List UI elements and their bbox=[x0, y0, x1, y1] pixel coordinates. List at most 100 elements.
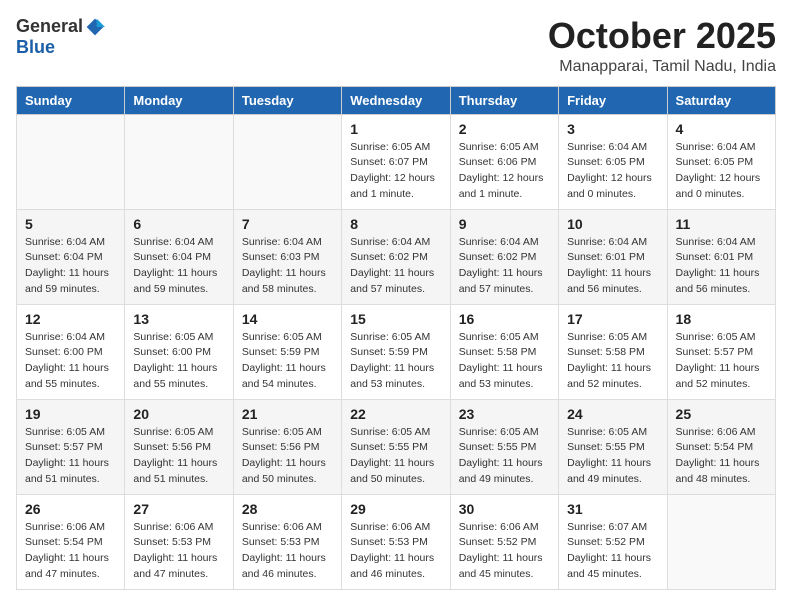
calendar-day-1: 1 Sunrise: 6:05 AMSunset: 6:07 PMDaylight… bbox=[342, 114, 450, 209]
day-number: 28 bbox=[242, 501, 333, 517]
day-number: 31 bbox=[567, 501, 658, 517]
day-info: Sunrise: 6:05 AMSunset: 6:07 PMDaylight:… bbox=[350, 140, 441, 203]
calendar-day-10: 10 Sunrise: 6:04 AMSunset: 6:01 PMDayligh… bbox=[559, 209, 667, 304]
day-info: Sunrise: 6:06 AMSunset: 5:53 PMDaylight:… bbox=[133, 520, 224, 583]
calendar-day-23: 23Sunrise: 6:05 AMSunset: 5:55 PMDayligh… bbox=[450, 399, 558, 494]
calendar-day-26: 26 Sunrise: 6:06 AMSunset: 5:54 PMDayligh… bbox=[17, 494, 125, 589]
calendar-day-31: 31 Sunrise: 6:07 AMSunset: 5:52 PMDayligh… bbox=[559, 494, 667, 589]
day-number: 24 bbox=[567, 406, 658, 422]
day-info: Sunrise: 6:04 AMSunset: 6:01 PMDaylight:… bbox=[676, 235, 767, 298]
calendar-day-28: 28 Sunrise: 6:06 AMSunset: 5:53 PMDayligh… bbox=[233, 494, 341, 589]
day-info: Sunrise: 6:05 AMSunset: 5:55 PMDaylight:… bbox=[350, 425, 441, 488]
title-area: October 2025 Manapparai, Tamil Nadu, Ind… bbox=[548, 16, 776, 76]
calendar-empty-cell bbox=[125, 114, 233, 209]
logo-blue-text: Blue bbox=[16, 37, 55, 58]
day-number: 21 bbox=[242, 406, 333, 422]
calendar-day-3: 3 Sunrise: 6:04 AMSunset: 6:05 PMDaylight… bbox=[559, 114, 667, 209]
day-info: Sunrise: 6:04 AMSunset: 6:01 PMDaylight:… bbox=[567, 235, 658, 298]
calendar-day-7: 7Sunrise: 6:04 AMSunset: 6:03 PMDaylight… bbox=[233, 209, 341, 304]
calendar-day-30: 30 Sunrise: 6:06 AMSunset: 5:52 PMDayligh… bbox=[450, 494, 558, 589]
calendar-day-17: 17 Sunrise: 6:05 AMSunset: 5:58 PMDayligh… bbox=[559, 304, 667, 399]
day-number: 12 bbox=[25, 311, 116, 327]
calendar-day-15: 15 Sunrise: 6:05 AMSunset: 5:59 PMDayligh… bbox=[342, 304, 450, 399]
day-info: Sunrise: 6:04 AMSunset: 6:05 PMDaylight:… bbox=[567, 140, 658, 203]
weekday-header-tuesday: Tuesday bbox=[233, 86, 341, 114]
calendar-day-9: 9Sunrise: 6:04 AMSunset: 6:02 PMDaylight… bbox=[450, 209, 558, 304]
calendar-day-22: 22 Sunrise: 6:05 AMSunset: 5:55 PMDayligh… bbox=[342, 399, 450, 494]
weekday-header-saturday: Saturday bbox=[667, 86, 775, 114]
day-number: 29 bbox=[350, 501, 441, 517]
day-number: 30 bbox=[459, 501, 550, 517]
calendar-week-row: 26 Sunrise: 6:06 AMSunset: 5:54 PMDayligh… bbox=[17, 494, 776, 589]
day-number: 27 bbox=[133, 501, 224, 517]
day-number: 4 bbox=[676, 121, 767, 137]
weekday-header-sunday: Sunday bbox=[17, 86, 125, 114]
day-info: Sunrise: 6:06 AMSunset: 5:54 PMDaylight:… bbox=[25, 520, 116, 583]
calendar-day-24: 24 Sunrise: 6:05 AMSunset: 5:55 PMDayligh… bbox=[559, 399, 667, 494]
day-number: 20 bbox=[133, 406, 224, 422]
day-number: 13 bbox=[133, 311, 224, 327]
day-number: 8 bbox=[350, 216, 441, 232]
day-info: Sunrise: 6:04 AMSunset: 6:04 PMDaylight:… bbox=[133, 235, 224, 298]
day-info: Sunrise: 6:05 AMSunset: 6:00 PMDaylight:… bbox=[133, 330, 224, 393]
day-info: Sunrise: 6:05 AMSunset: 5:55 PMDaylight:… bbox=[567, 425, 658, 488]
calendar-day-16: 16 Sunrise: 6:05 AMSunset: 5:58 PMDayligh… bbox=[450, 304, 558, 399]
calendar-table: SundayMondayTuesdayWednesdayThursdayFrid… bbox=[16, 86, 776, 590]
month-title: October 2025 bbox=[548, 16, 776, 56]
day-number: 19 bbox=[25, 406, 116, 422]
day-number: 6 bbox=[133, 216, 224, 232]
calendar-day-4: 4Sunrise: 6:04 AMSunset: 6:05 PMDaylight… bbox=[667, 114, 775, 209]
calendar-empty-cell bbox=[233, 114, 341, 209]
calendar-day-27: 27 Sunrise: 6:06 AMSunset: 5:53 PMDayligh… bbox=[125, 494, 233, 589]
calendar-day-12: 12Sunrise: 6:04 AMSunset: 6:00 PMDayligh… bbox=[17, 304, 125, 399]
day-info: Sunrise: 6:05 AMSunset: 5:58 PMDaylight:… bbox=[459, 330, 550, 393]
calendar-day-20: 20Sunrise: 6:05 AMSunset: 5:56 PMDayligh… bbox=[125, 399, 233, 494]
day-number: 15 bbox=[350, 311, 441, 327]
calendar-day-14: 14 Sunrise: 6:05 AMSunset: 5:59 PMDayligh… bbox=[233, 304, 341, 399]
day-info: Sunrise: 6:04 AMSunset: 6:04 PMDaylight:… bbox=[25, 235, 116, 298]
day-info: Sunrise: 6:05 AMSunset: 5:59 PMDaylight:… bbox=[242, 330, 333, 393]
logo: General Blue bbox=[16, 16, 105, 58]
header: General Blue October 2025 Manapparai, Ta… bbox=[16, 16, 776, 76]
day-number: 17 bbox=[567, 311, 658, 327]
calendar-week-row: 12Sunrise: 6:04 AMSunset: 6:00 PMDayligh… bbox=[17, 304, 776, 399]
calendar-week-row: 19 Sunrise: 6:05 AMSunset: 5:57 PMDayligh… bbox=[17, 399, 776, 494]
calendar-empty-cell bbox=[17, 114, 125, 209]
day-info: Sunrise: 6:05 AMSunset: 5:57 PMDaylight:… bbox=[676, 330, 767, 393]
day-number: 22 bbox=[350, 406, 441, 422]
day-info: Sunrise: 6:05 AMSunset: 5:55 PMDaylight:… bbox=[459, 425, 550, 488]
day-number: 1 bbox=[350, 121, 441, 137]
day-number: 10 bbox=[567, 216, 658, 232]
logo-general-text: General bbox=[16, 16, 83, 37]
day-number: 14 bbox=[242, 311, 333, 327]
location-title: Manapparai, Tamil Nadu, India bbox=[548, 58, 776, 76]
day-number: 11 bbox=[676, 216, 767, 232]
calendar-empty-cell bbox=[667, 494, 775, 589]
day-info: Sunrise: 6:05 AMSunset: 5:58 PMDaylight:… bbox=[567, 330, 658, 393]
calendar-day-5: 5 Sunrise: 6:04 AMSunset: 6:04 PMDaylight… bbox=[17, 209, 125, 304]
day-number: 2 bbox=[459, 121, 550, 137]
day-info: Sunrise: 6:06 AMSunset: 5:53 PMDaylight:… bbox=[242, 520, 333, 583]
day-number: 25 bbox=[676, 406, 767, 422]
day-info: Sunrise: 6:05 AMSunset: 5:59 PMDaylight:… bbox=[350, 330, 441, 393]
day-number: 18 bbox=[676, 311, 767, 327]
weekday-header-friday: Friday bbox=[559, 86, 667, 114]
day-info: Sunrise: 6:05 AMSunset: 5:57 PMDaylight:… bbox=[25, 425, 116, 488]
calendar-day-19: 19 Sunrise: 6:05 AMSunset: 5:57 PMDayligh… bbox=[17, 399, 125, 494]
day-info: Sunrise: 6:05 AMSunset: 5:56 PMDaylight:… bbox=[242, 425, 333, 488]
day-number: 16 bbox=[459, 311, 550, 327]
calendar-day-8: 8 Sunrise: 6:04 AMSunset: 6:02 PMDaylight… bbox=[342, 209, 450, 304]
day-info: Sunrise: 6:04 AMSunset: 6:02 PMDaylight:… bbox=[350, 235, 441, 298]
day-number: 26 bbox=[25, 501, 116, 517]
day-info: Sunrise: 6:06 AMSunset: 5:53 PMDaylight:… bbox=[350, 520, 441, 583]
calendar-day-18: 18 Sunrise: 6:05 AMSunset: 5:57 PMDayligh… bbox=[667, 304, 775, 399]
day-number: 5 bbox=[25, 216, 116, 232]
day-info: Sunrise: 6:07 AMSunset: 5:52 PMDaylight:… bbox=[567, 520, 658, 583]
weekday-header-row: SundayMondayTuesdayWednesdayThursdayFrid… bbox=[17, 86, 776, 114]
day-number: 3 bbox=[567, 121, 658, 137]
day-number: 9 bbox=[459, 216, 550, 232]
calendar-day-29: 29 Sunrise: 6:06 AMSunset: 5:53 PMDayligh… bbox=[342, 494, 450, 589]
calendar-day-13: 13 Sunrise: 6:05 AMSunset: 6:00 PMDayligh… bbox=[125, 304, 233, 399]
day-info: Sunrise: 6:06 AMSunset: 5:52 PMDaylight:… bbox=[459, 520, 550, 583]
calendar-week-row: 1 Sunrise: 6:05 AMSunset: 6:07 PMDaylight… bbox=[17, 114, 776, 209]
